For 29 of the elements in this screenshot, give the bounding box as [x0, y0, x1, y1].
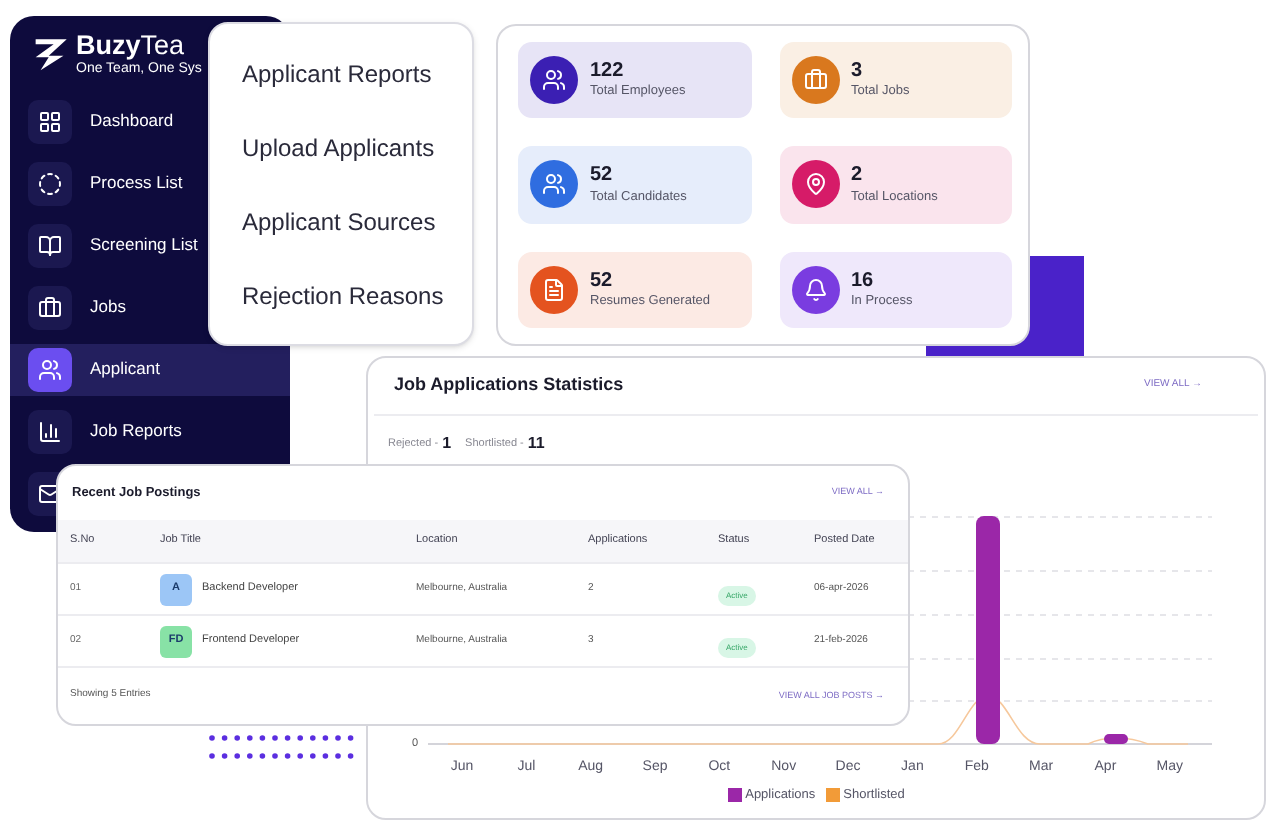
- menu-item[interactable]: Rejection Reasons: [242, 277, 472, 313]
- briefcase-icon: [803, 68, 827, 93]
- stat-value: 122: [590, 59, 626, 84]
- bar-chart-icon: [38, 419, 62, 443]
- stat-value: 52: [590, 164, 615, 190]
- logo-text: BuzyTea: [76, 32, 187, 59]
- location-pin-icon: [803, 172, 827, 197]
- people-icon: [38, 357, 62, 381]
- stat-value: 16: [851, 269, 876, 295]
- stat-value: 2: [851, 164, 865, 190]
- book-icon: [38, 233, 62, 257]
- menu-item[interactable]: Upload Applicants: [242, 129, 472, 165]
- chart-title: Job Applications Statistics: [394, 372, 624, 399]
- summary-value: 11: [527, 432, 545, 456]
- summary-value: 1: [442, 432, 452, 456]
- sidebar-item[interactable]: Job Reports: [10, 405, 290, 457]
- people-icon: [542, 68, 566, 93]
- bell-icon: [803, 277, 827, 302]
- grid-icon: [38, 109, 62, 133]
- sidebar-item[interactable]: Applicant: [10, 343, 290, 395]
- stat-value: 52: [590, 269, 615, 295]
- menu-item[interactable]: Applicant Reports: [242, 55, 472, 91]
- dashed-circle-icon: [38, 171, 62, 195]
- menu-item[interactable]: Applicant Sources: [242, 203, 472, 239]
- logo-icon: [34, 35, 70, 72]
- people-icon: [542, 172, 566, 197]
- document-icon: [542, 277, 566, 302]
- stat-value: 3: [851, 59, 865, 84]
- briefcase-icon: [38, 295, 62, 319]
